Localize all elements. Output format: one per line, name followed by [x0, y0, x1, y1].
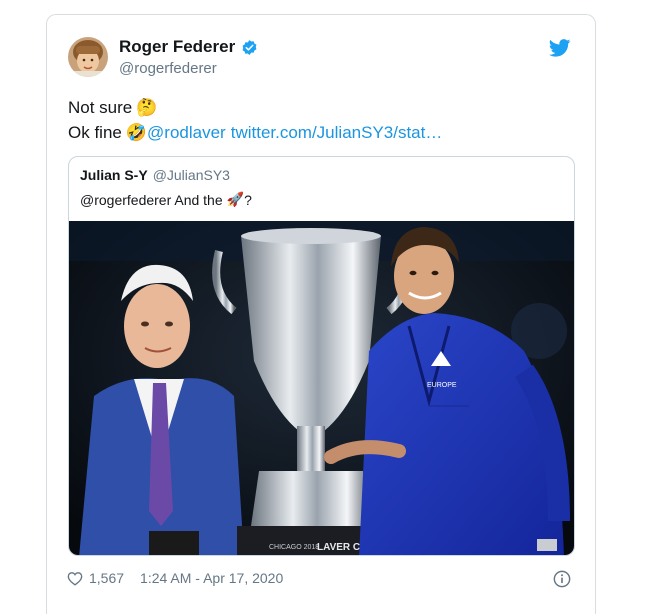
info-icon[interactable]	[553, 570, 571, 588]
avatar-image	[68, 37, 108, 77]
quoted-author-line: Julian S-Y @JulianSY3	[80, 167, 230, 183]
quoted-text-body: @rogerfederer And the	[80, 191, 223, 208]
url-link[interactable]: twitter.com/JulianSY3/stat…	[231, 120, 443, 145]
tweet-line-1: Not sure 🤔	[68, 95, 442, 120]
tweet-footer: 1,567 1:24 AM - Apr 17, 2020	[67, 570, 283, 586]
quoted-photo[interactable]: CHICAGO 2018 LAVER CUP EUROPE	[69, 221, 574, 556]
author-handle[interactable]: @rogerfederer	[119, 60, 217, 77]
tweet-line-1-text: Not sure	[68, 98, 133, 117]
tweet-timestamp[interactable]: 1:24 AM - Apr 17, 2020	[140, 570, 283, 586]
tweet-card[interactable]: Roger Federer @rogerfederer Not sure 🤔 O…	[46, 14, 596, 614]
quoted-tweet[interactable]: Julian S-Y @JulianSY3 @rogerfederer And …	[68, 156, 575, 556]
quoted-text-suffix: ?	[244, 191, 252, 208]
tweet-body: Not sure 🤔 Ok fine 🤣 @rodlaver twitter.c…	[68, 95, 442, 145]
rofl-emoji-icon: 🤣	[125, 123, 148, 142]
jacket-label: EUROPE	[427, 382, 457, 389]
mention-link[interactable]: @rodlaver	[147, 120, 226, 145]
author-name[interactable]: Roger Federer	[119, 37, 235, 57]
quoted-tweet-text: @rogerfederer And the 🚀 ?	[80, 191, 252, 208]
heart-icon[interactable]	[67, 571, 83, 586]
tweet-line-2: Ok fine 🤣 @rodlaver twitter.com/JulianSY…	[68, 120, 442, 145]
tweet-line-2-text: Ok fine	[68, 123, 122, 142]
verified-badge-icon	[242, 39, 257, 55]
like-count[interactable]: 1,567	[89, 570, 124, 586]
author-line[interactable]: Roger Federer	[119, 37, 258, 57]
quoted-author-name: Julian S-Y	[80, 167, 148, 183]
avatar[interactable]	[68, 37, 108, 77]
thinking-emoji-icon: 🤔	[136, 98, 158, 117]
rocket-emoji-icon: 🚀	[226, 191, 245, 207]
trophy-small-text: CHICAGO 2018	[269, 544, 319, 551]
quoted-author-handle: @JulianSY3	[152, 167, 230, 183]
twitter-bird-icon[interactable]	[549, 39, 571, 57]
